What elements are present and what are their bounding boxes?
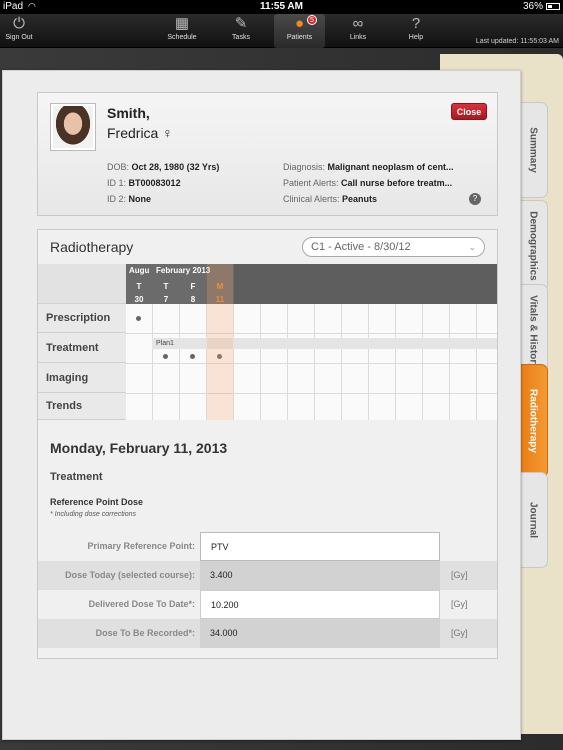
patients-button[interactable]: ● Patients 5 bbox=[274, 14, 325, 48]
plan-bar[interactable]: Plan1 bbox=[152, 338, 497, 349]
tab-demographics[interactable]: Demographics bbox=[518, 200, 548, 292]
calendar-day[interactable]: T 30 bbox=[126, 280, 152, 306]
row-imaging[interactable]: Imaging bbox=[38, 363, 126, 393]
radiotherapy-panel: Radiotherapy C1 - Active - 8/30/12 ⌄ Aug… bbox=[37, 229, 498, 659]
battery-percent: 36% bbox=[522, 1, 543, 12]
calendar-cells[interactable]: Plan1 bbox=[126, 304, 497, 420]
course-select[interactable]: C1 - Active - 8/30/12 ⌄ bbox=[302, 237, 485, 257]
patient-demographics: DOB: Oct 28, 1980 (32 Yrs) ID 1: BT00083… bbox=[107, 162, 220, 204]
sign-out-button[interactable]: ⏻ Sign Out bbox=[4, 14, 34, 48]
dose-row: Primary Reference Point: PTV bbox=[38, 532, 497, 561]
tab-radiotherapy[interactable]: Radiotherapy bbox=[518, 364, 548, 478]
schedule-button[interactable]: ▦ Schedule bbox=[164, 14, 200, 48]
link-icon: ∞ bbox=[352, 15, 364, 32]
battery-icon bbox=[546, 3, 560, 10]
tasks-button[interactable]: ✎ Tasks bbox=[224, 14, 258, 48]
treatment-calendar: Augu February 2013 T 30 T7 F8 M 11 Prescri… bbox=[38, 264, 497, 420]
question-icon: ? bbox=[411, 15, 421, 32]
treatment-marker[interactable] bbox=[190, 354, 195, 359]
close-button[interactable]: Close bbox=[451, 103, 487, 120]
row-trends[interactable]: Trends bbox=[38, 393, 126, 420]
selected-day-column bbox=[207, 264, 233, 420]
clock: 11:55 AM bbox=[260, 1, 303, 12]
dose-row: Dose To Be Recorded*: 34.000 [Gy] bbox=[38, 619, 497, 648]
patient-header: Smith, Fredrica ♀ Close DOB: Oct 28, 198… bbox=[37, 92, 498, 216]
row-prescription[interactable]: Prescription bbox=[38, 304, 126, 333]
tab-summary[interactable]: Summary bbox=[518, 102, 548, 198]
help-button[interactable]: ? Help bbox=[402, 14, 430, 48]
dose-value: PTV bbox=[200, 532, 440, 561]
app-toolbar: ⏻ Sign Out ▦ Schedule ✎ Tasks ● Patients… bbox=[0, 14, 563, 48]
prescription-marker[interactable] bbox=[136, 316, 141, 321]
patient-photo bbox=[50, 103, 96, 151]
last-updated-label: Last updated: 11:55:03 AM bbox=[475, 38, 559, 45]
more-info-icon[interactable]: ? bbox=[469, 193, 481, 205]
dose-row: Dose Today (selected course): 3.400 [Gy] bbox=[38, 561, 497, 590]
radiotherapy-title: Radiotherapy bbox=[50, 239, 134, 255]
patient-name: Smith, Fredrica ♀ bbox=[107, 105, 173, 141]
calendar-day[interactable]: T7 bbox=[153, 280, 179, 306]
person-icon: ● bbox=[294, 15, 305, 32]
treatment-marker[interactable] bbox=[163, 354, 168, 359]
calendar-icon: ▦ bbox=[174, 15, 190, 32]
dose-row: Delivered Dose To Date*: 10.200 [Gy] bbox=[38, 590, 497, 619]
dose-value: 34.000 bbox=[200, 619, 440, 648]
tab-journal[interactable]: Journal bbox=[518, 472, 548, 568]
dose-value: 3.400 bbox=[200, 561, 440, 590]
power-icon: ⏻ bbox=[13, 15, 25, 32]
reference-point-note: * Including dose corrections bbox=[50, 511, 136, 518]
patients-count-badge: 5 bbox=[307, 15, 317, 25]
patient-alerts: Diagnosis: Malignant neoplasm of cent...… bbox=[283, 162, 454, 204]
reference-point-title: Reference Point Dose bbox=[50, 497, 144, 507]
status-bar: iPad ◠ 11:55 AM 36% bbox=[0, 0, 563, 14]
female-icon: ♀ bbox=[162, 125, 173, 141]
calendar-day[interactable]: F8 bbox=[180, 280, 206, 306]
row-treatment[interactable]: Treatment bbox=[38, 333, 126, 363]
detail-section-title: Treatment bbox=[50, 471, 103, 483]
links-button[interactable]: ∞ Links bbox=[342, 14, 374, 48]
chevron-down-icon: ⌄ bbox=[468, 242, 476, 252]
task-edit-icon: ✎ bbox=[234, 15, 248, 32]
dose-value: 10.200 bbox=[200, 590, 440, 619]
selected-date-title: Monday, February 11, 2013 bbox=[50, 440, 228, 456]
